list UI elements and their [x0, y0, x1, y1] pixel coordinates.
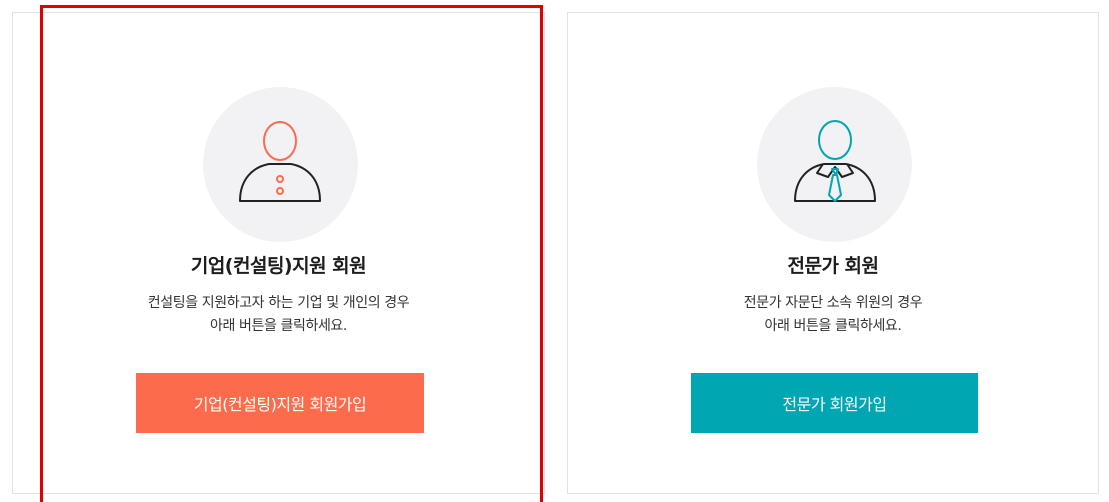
card-title: 전문가 회원: [787, 255, 879, 277]
avatar-circle: [203, 87, 358, 242]
card-description: 전문가 자문단 소속 위원의 경우 아래 버튼을 클릭하세요.: [568, 292, 1098, 338]
card-expert-member[interactable]: 전문가 회원 전문가 자문단 소속 위원의 경우 아래 버튼을 클릭하세요. 전…: [567, 12, 1099, 494]
card-corporate-member[interactable]: 기업(컨설팅)지원 회원 컨설팅을 지원하고자 하는 기업 및 개인의 경우 아…: [12, 12, 545, 494]
expert-signup-button[interactable]: 전문가 회원가입: [691, 373, 978, 433]
description-line: 아래 버튼을 클릭하세요.: [764, 318, 902, 334]
card-title: 기업(컨설팅)지원 회원: [190, 255, 367, 277]
description-line: 컨설팅을 지원하고자 하는 기업 및 개인의 경우: [147, 295, 410, 311]
description-line: 아래 버튼을 클릭하세요.: [210, 318, 347, 334]
membership-type-selection: 기업(컨설팅)지원 회원 컨설팅을 지원하고자 하는 기업 및 개인의 경우 아…: [0, 0, 1109, 502]
expert-icon: [794, 120, 876, 202]
corporate-signup-button[interactable]: 기업(컨설팅)지원 회원가입: [136, 373, 424, 433]
avatar-circle: [757, 87, 912, 242]
user-icon: [239, 121, 321, 202]
description-line: 전문가 자문단 소속 위원의 경우: [743, 295, 923, 311]
card-description: 컨설팅을 지원하고자 하는 기업 및 개인의 경우 아래 버튼을 클릭하세요.: [13, 292, 544, 338]
